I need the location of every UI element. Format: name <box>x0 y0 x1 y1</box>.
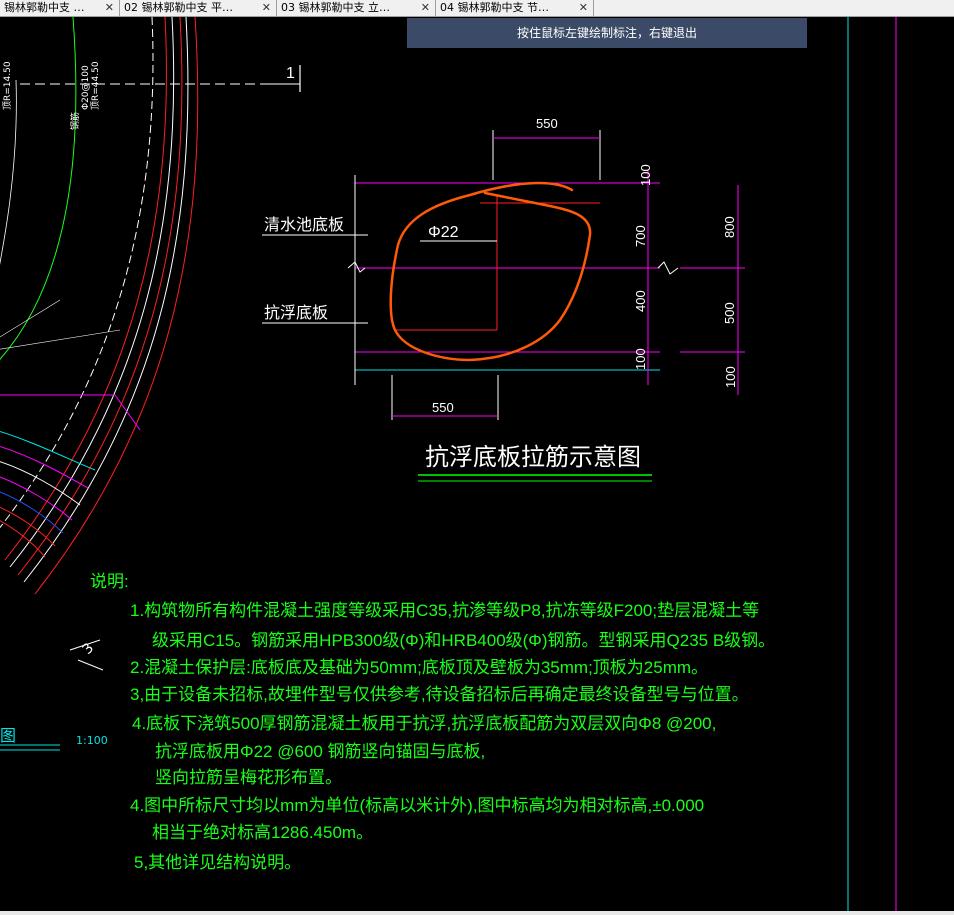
status-hint-bar: 按住鼠标左键绘制标注，右键退出 <box>407 18 807 48</box>
note-line: 抗浮底板用Φ22 @600 钢筋竖向锚固与底板, <box>155 742 486 761</box>
drawing-canvas[interactable]: 1 3 1:100 图 顶R=14.50 钢筋 Φ20@100 顶R=44.50 <box>0 17 954 911</box>
label-clearwater-slab: 清水池底板 <box>264 216 344 234</box>
dim-bottom-550: 550 <box>432 400 454 415</box>
note-line: 竖向拉筋呈梅花形布置。 <box>155 768 342 787</box>
section-mark: 1 <box>286 65 295 82</box>
note-line: 级采用C15。钢筋采用HPB300级(Φ)和HRB400级(Φ)钢筋。型钢采用Q… <box>152 631 776 650</box>
label-rebar: Φ22 <box>428 224 459 241</box>
elevation-label: 顶R=14.50 <box>2 61 13 110</box>
scale-label: 1:100 <box>76 734 108 747</box>
notes-heading: 说明: <box>90 572 129 591</box>
tab-drawing-2[interactable]: 02 锡林郭勒中支 平… ✕ <box>120 0 277 17</box>
label-antifloat-slab: 抗浮底板 <box>264 304 328 322</box>
note-line: 1.构筑物所有构件混凝土强度等级采用C35,抗渗等级P8,抗冻等级F200;垫层… <box>130 601 760 620</box>
close-icon[interactable]: ✕ <box>421 0 430 16</box>
dim-top-550: 550 <box>536 116 558 131</box>
dim-100-top: 100 <box>638 164 653 186</box>
dim-100-right: 100 <box>723 366 738 388</box>
close-icon[interactable]: ✕ <box>262 0 271 16</box>
elevation-label: 顶R=44.50 <box>90 61 101 110</box>
note-line: 2.混凝土保护层:底板底及基础为50mm;底板顶及壁板为35mm;顶板为25mm… <box>130 658 709 677</box>
tab-drawing-3[interactable]: 03 锡林郭勒中支 立… ✕ <box>277 0 436 17</box>
close-icon[interactable]: ✕ <box>579 0 588 16</box>
view-title-fragment: 图 <box>0 726 16 745</box>
detail-title: 抗浮底板拉筋示意图 <box>425 444 641 471</box>
rebar-spec-label: Φ20@100 <box>81 65 91 110</box>
close-icon[interactable]: ✕ <box>105 0 114 16</box>
tab-label: 04 锡林郭勒中支 节… <box>440 1 549 14</box>
bottom-scrollbar[interactable] <box>0 911 954 915</box>
tab-drawing-4[interactable]: 04 锡林郭勒中支 节… ✕ <box>436 0 594 17</box>
document-tab-bar: 锡林郭勒中支 … ✕ 02 锡林郭勒中支 平… ✕ 03 锡林郭勒中支 立… ✕… <box>0 0 954 17</box>
tab-label: 03 锡林郭勒中支 立… <box>281 1 390 14</box>
note-line: 相当于绝对标高1286.450m。 <box>152 823 374 842</box>
dim-500: 500 <box>722 302 737 324</box>
note-line: 4.图中所标尺寸均以mm为单位(标高以米计外),图中标高均为相对标高,±0.00… <box>130 796 705 815</box>
tab-drawing-1[interactable]: 锡林郭勒中支 … ✕ <box>0 0 120 17</box>
antifloat-slab-detail: 550 550 100 700 400 100 800 500 100 <box>262 116 745 420</box>
dim-100-bottom: 100 <box>633 348 648 370</box>
dim-800: 800 <box>722 216 737 238</box>
note-line: 3,由于设备未招标,故埋件型号仅供参考,待设备招标后再确定最终设备型号与位置。 <box>130 685 749 704</box>
tab-label: 锡林郭勒中支 … <box>4 1 85 14</box>
note-line: 5,其他详见结构说明。 <box>134 853 302 872</box>
dim-400: 400 <box>633 290 648 312</box>
tab-label: 02 锡林郭勒中支 平… <box>124 1 233 14</box>
rebar-label: 钢筋 <box>69 112 81 130</box>
dim-700: 700 <box>633 225 648 247</box>
note-line: 4.底板下浇筑500厚钢筋混凝土板用于抗浮,抗浮底板配筋为双层双向Φ8 @200… <box>132 714 717 733</box>
markup-annotation <box>389 181 592 362</box>
section-mark-3: 3 <box>80 640 98 658</box>
